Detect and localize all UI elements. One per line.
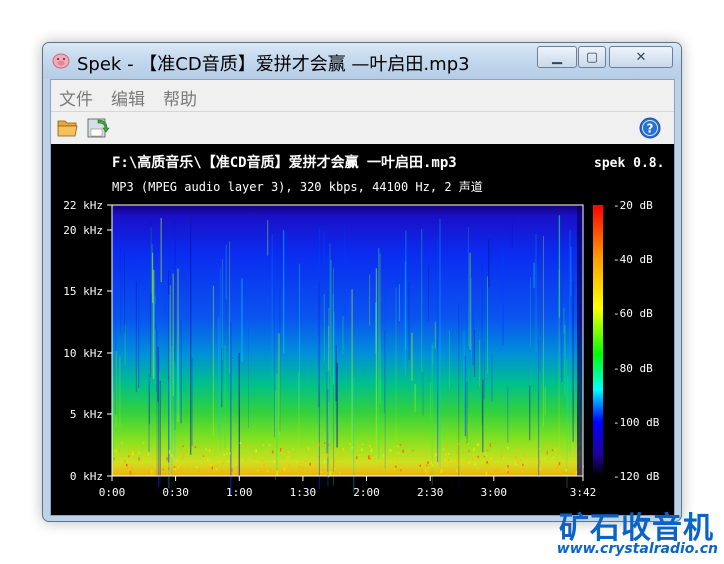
db-tick-label: -100 dB (613, 416, 660, 429)
db-tick-label: -20 dB (613, 199, 653, 212)
menu-help[interactable]: 帮助 (163, 85, 197, 110)
db-scale-axis: -20 dB -40 dB -60 dB -80 dB -100 dB -120… (613, 199, 660, 483)
time-axis: 0:00 0:30 1:00 1:30 2:00 2:30 3:00 3:42 (99, 476, 597, 499)
spek-window: Spek - 【准CD音质】爱拼才会赢 —叶启田.mp3 ▁ ▢ ✕ 文件 编辑… (42, 42, 682, 522)
window-title: Spek - 【准CD音质】爱拼才会赢 —叶启田.mp3 (77, 54, 470, 75)
db-tick-label: -80 dB (613, 362, 653, 375)
spek-brand-label: spek 0.8. (594, 156, 664, 171)
toolbar: ? (51, 112, 674, 143)
freq-tick-label: 0 kHz (70, 470, 103, 483)
svg-text:?: ? (647, 122, 654, 136)
save-icon[interactable] (86, 116, 110, 140)
maximize-icon: ▢ (585, 49, 599, 65)
menu-file[interactable]: 文件 (59, 85, 93, 110)
db-tick-label: -40 dB (613, 253, 653, 266)
watermark-url: www.crystalradio.cn (556, 541, 718, 557)
freq-tick-label: 10 kHz (63, 347, 103, 360)
minimize-button[interactable]: ▁ (537, 46, 577, 68)
menu-edit[interactable]: 编辑 (111, 85, 145, 110)
client-area: 文件 编辑 帮助 ? F:\高质音乐\【准CD音质】爱拼才会赢 一叶启田.mp3… (50, 79, 675, 516)
db-color-scale (593, 205, 603, 476)
freq-tick-label: 15 kHz (63, 285, 103, 298)
freq-tick-label: 20 kHz (63, 224, 103, 237)
menu-bar: 文件 编辑 帮助 (51, 80, 674, 112)
close-button[interactable]: ✕ (609, 46, 673, 68)
time-tick-label: 3:00 (481, 486, 508, 499)
spectrogram-view: F:\高质音乐\【准CD音质】爱拼才会赢 一叶启田.mp3 spek 0.8. … (51, 144, 674, 515)
freq-tick-label: 5 kHz (70, 408, 103, 421)
time-tick-label: 0:00 (99, 486, 126, 499)
time-tick-label: 1:30 (290, 486, 317, 499)
time-tick-label: 3:42 (570, 486, 597, 499)
frequency-axis: 22 kHz 20 kHz 15 kHz 10 kHz 5 kHz 0 kHz (63, 199, 112, 483)
file-path-label: F:\高质音乐\【准CD音质】爱拼才会赢 一叶启田.mp3 (112, 154, 457, 171)
watermark: 矿石收音机 www.crystalradio.cn (556, 503, 722, 561)
time-tick-label: 2:30 (417, 486, 444, 499)
maximize-button[interactable]: ▢ (578, 46, 606, 68)
audio-info-label: MP3 (MPEG audio layer 3), 320 kbps, 4410… (112, 180, 483, 194)
time-tick-label: 0:30 (162, 486, 189, 499)
db-tick-label: -120 dB (613, 470, 660, 483)
help-icon[interactable]: ? (638, 116, 662, 140)
title-bar[interactable]: Spek - 【准CD音质】爱拼才会赢 —叶启田.mp3 ▁ ▢ ✕ (43, 43, 681, 79)
time-tick-label: 1:00 (226, 486, 253, 499)
minimize-icon: ▁ (552, 49, 562, 65)
freq-tick-label: 22 kHz (63, 199, 103, 212)
folder-open-icon[interactable] (56, 116, 80, 140)
db-tick-label: -60 dB (613, 307, 653, 320)
close-icon: ✕ (635, 49, 647, 65)
pig-app-icon (52, 53, 70, 69)
time-tick-label: 2:00 (353, 486, 380, 499)
